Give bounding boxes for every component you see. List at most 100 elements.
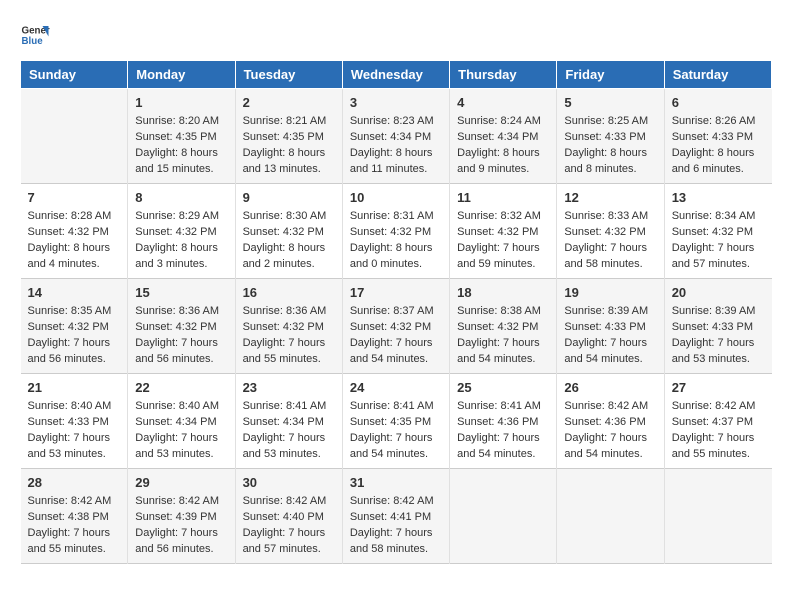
day-number: 22 [135,379,227,397]
calendar-cell: 4 Sunrise: 8:24 AM Sunset: 4:34 PM Daylig… [450,89,557,184]
week-row-1: 1 Sunrise: 8:20 AM Sunset: 4:35 PM Daylig… [21,89,772,184]
calendar-cell [21,89,128,184]
calendar-cell [664,468,771,563]
week-row-5: 28 Sunrise: 8:42 AM Sunset: 4:38 PM Dayli… [21,468,772,563]
calendar-cell: 25 Sunrise: 8:41 AM Sunset: 4:36 PM Dayli… [450,373,557,468]
day-number: 28 [28,474,121,492]
calendar-cell: 9 Sunrise: 8:30 AM Sunset: 4:32 PM Daylig… [235,183,342,278]
day-number: 25 [457,379,549,397]
day-number: 13 [672,189,765,207]
calendar-header-row: SundayMondayTuesdayWednesdayThursdayFrid… [21,61,772,89]
header-sunday: Sunday [21,61,128,89]
calendar-cell: 14Sunrise: 8:35 AM Sunset: 4:32 PM Dayli… [21,278,128,373]
day-info: Sunrise: 8:25 AM Sunset: 4:33 PM Dayligh… [564,114,656,178]
calendar-cell: 23 Sunrise: 8:41 AM Sunset: 4:34 PM Dayli… [235,373,342,468]
day-number: 5 [564,94,656,112]
day-info: Sunrise: 8:42 AM Sunset: 4:40 PM Dayligh… [243,494,335,558]
calendar-cell: 27 Sunrise: 8:42 AM Sunset: 4:37 PM Dayli… [664,373,771,468]
calendar-cell: 31 Sunrise: 8:42 AM Sunset: 4:41 PM Dayli… [342,468,449,563]
calendar-cell [557,468,664,563]
day-info: Sunrise: 8:36 AM Sunset: 4:32 PM Dayligh… [135,304,227,368]
header-tuesday: Tuesday [235,61,342,89]
day-number: 7 [28,189,121,207]
calendar-cell: 28 Sunrise: 8:42 AM Sunset: 4:38 PM Dayli… [21,468,128,563]
day-number: 30 [243,474,335,492]
day-number: 1 [135,94,227,112]
calendar-cell: 10 Sunrise: 8:31 AM Sunset: 4:32 PM Dayli… [342,183,449,278]
day-info: Sunrise: 8:42 AM Sunset: 4:37 PM Dayligh… [672,399,765,463]
day-number: 17 [350,284,442,302]
day-number: 27 [672,379,765,397]
calendar-cell: 6 Sunrise: 8:26 AM Sunset: 4:33 PM Daylig… [664,89,771,184]
day-info: Sunrise: 8:31 AM Sunset: 4:32 PM Dayligh… [350,209,442,273]
day-info: Sunrise: 8:40 AM Sunset: 4:34 PM Dayligh… [135,399,227,463]
calendar-cell: 29 Sunrise: 8:42 AM Sunset: 4:39 PM Dayli… [128,468,235,563]
calendar-cell: 1 Sunrise: 8:20 AM Sunset: 4:35 PM Daylig… [128,89,235,184]
svg-text:Blue: Blue [22,36,44,47]
day-number: 18 [457,284,549,302]
calendar-cell: 13 Sunrise: 8:34 AM Sunset: 4:32 PM Dayli… [664,183,771,278]
day-info: Sunrise: 8:24 AM Sunset: 4:34 PM Dayligh… [457,114,549,178]
calendar-cell: 30 Sunrise: 8:42 AM Sunset: 4:40 PM Dayli… [235,468,342,563]
day-info: Sunrise: 8:36 AM Sunset: 4:32 PM Dayligh… [243,304,335,368]
calendar-cell: 7 Sunrise: 8:28 AM Sunset: 4:32 PM Daylig… [21,183,128,278]
calendar-cell: 16Sunrise: 8:36 AM Sunset: 4:32 PM Dayli… [235,278,342,373]
day-number: 19 [564,284,656,302]
day-info: Sunrise: 8:21 AM Sunset: 4:35 PM Dayligh… [243,114,335,178]
calendar-cell [450,468,557,563]
calendar-cell: 11Sunrise: 8:32 AM Sunset: 4:32 PM Dayli… [450,183,557,278]
day-info: Sunrise: 8:41 AM Sunset: 4:34 PM Dayligh… [243,399,335,463]
calendar-cell: 21Sunrise: 8:40 AM Sunset: 4:33 PM Dayli… [21,373,128,468]
calendar-cell: 15 Sunrise: 8:36 AM Sunset: 4:32 PM Dayli… [128,278,235,373]
calendar-cell: 24Sunrise: 8:41 AM Sunset: 4:35 PM Dayli… [342,373,449,468]
day-info: Sunrise: 8:42 AM Sunset: 4:38 PM Dayligh… [28,494,121,558]
day-info: Sunrise: 8:39 AM Sunset: 4:33 PM Dayligh… [672,304,765,368]
calendar-cell: 19 Sunrise: 8:39 AM Sunset: 4:33 PM Dayli… [557,278,664,373]
calendar-cell: 20 Sunrise: 8:39 AM Sunset: 4:33 PM Dayli… [664,278,771,373]
day-info: Sunrise: 8:26 AM Sunset: 4:33 PM Dayligh… [672,114,765,178]
calendar-cell: 2 Sunrise: 8:21 AM Sunset: 4:35 PM Daylig… [235,89,342,184]
logo-icon: General Blue [20,20,50,50]
day-info: Sunrise: 8:42 AM Sunset: 4:41 PM Dayligh… [350,494,442,558]
calendar-cell: 17 Sunrise: 8:37 AM Sunset: 4:32 PM Dayli… [342,278,449,373]
day-info: Sunrise: 8:41 AM Sunset: 4:35 PM Dayligh… [350,399,442,463]
day-info: Sunrise: 8:41 AM Sunset: 4:36 PM Dayligh… [457,399,549,463]
calendar-table: SundayMondayTuesdayWednesdayThursdayFrid… [20,60,772,564]
day-number: 6 [672,94,765,112]
calendar-cell: 3 Sunrise: 8:23 AM Sunset: 4:34 PM Daylig… [342,89,449,184]
day-number: 10 [350,189,442,207]
day-info: Sunrise: 8:42 AM Sunset: 4:39 PM Dayligh… [135,494,227,558]
day-info: Sunrise: 8:23 AM Sunset: 4:34 PM Dayligh… [350,114,442,178]
day-number: 3 [350,94,442,112]
day-number: 15 [135,284,227,302]
day-info: Sunrise: 8:34 AM Sunset: 4:32 PM Dayligh… [672,209,765,273]
day-info: Sunrise: 8:35 AM Sunset: 4:32 PM Dayligh… [28,304,121,368]
day-info: Sunrise: 8:30 AM Sunset: 4:32 PM Dayligh… [243,209,335,273]
day-number: 4 [457,94,549,112]
day-info: Sunrise: 8:33 AM Sunset: 4:32 PM Dayligh… [564,209,656,273]
week-row-3: 14Sunrise: 8:35 AM Sunset: 4:32 PM Dayli… [21,278,772,373]
page-header: General Blue [20,20,772,50]
day-number: 2 [243,94,335,112]
week-row-2: 7 Sunrise: 8:28 AM Sunset: 4:32 PM Daylig… [21,183,772,278]
calendar-cell: 5 Sunrise: 8:25 AM Sunset: 4:33 PM Daylig… [557,89,664,184]
header-wednesday: Wednesday [342,61,449,89]
day-info: Sunrise: 8:37 AM Sunset: 4:32 PM Dayligh… [350,304,442,368]
day-number: 23 [243,379,335,397]
day-number: 12 [564,189,656,207]
day-number: 8 [135,189,227,207]
logo: General Blue [20,20,50,50]
calendar-cell: 22 Sunrise: 8:40 AM Sunset: 4:34 PM Dayli… [128,373,235,468]
day-info: Sunrise: 8:32 AM Sunset: 4:32 PM Dayligh… [457,209,549,273]
day-info: Sunrise: 8:39 AM Sunset: 4:33 PM Dayligh… [564,304,656,368]
header-saturday: Saturday [664,61,771,89]
day-number: 31 [350,474,442,492]
day-number: 9 [243,189,335,207]
calendar-cell: 26Sunrise: 8:42 AM Sunset: 4:36 PM Dayli… [557,373,664,468]
day-info: Sunrise: 8:40 AM Sunset: 4:33 PM Dayligh… [28,399,121,463]
day-number: 29 [135,474,227,492]
calendar-cell: 18Sunrise: 8:38 AM Sunset: 4:32 PM Dayli… [450,278,557,373]
day-info: Sunrise: 8:28 AM Sunset: 4:32 PM Dayligh… [28,209,121,273]
day-info: Sunrise: 8:20 AM Sunset: 4:35 PM Dayligh… [135,114,227,178]
day-number: 20 [672,284,765,302]
